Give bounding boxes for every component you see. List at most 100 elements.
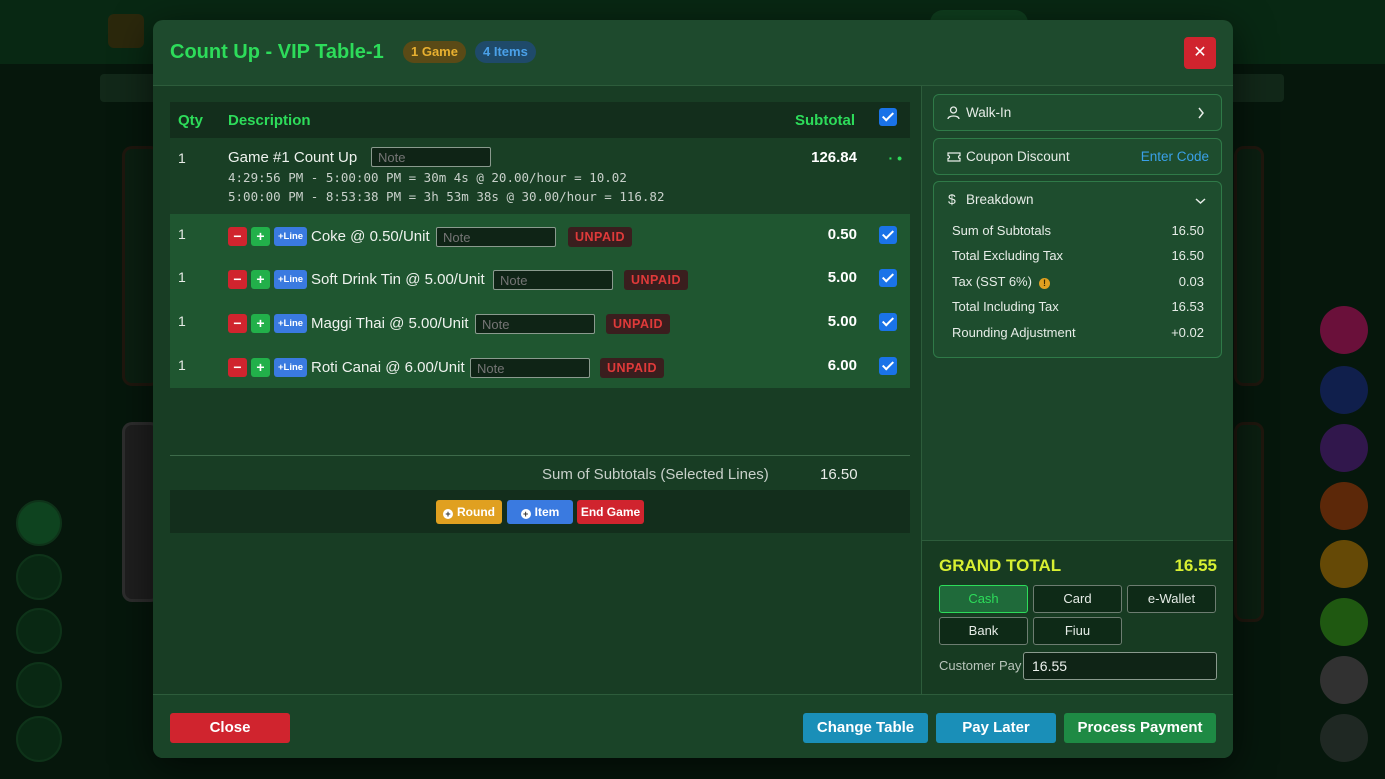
customer-selector[interactable]: Walk-In bbox=[933, 94, 1222, 131]
customer-pay-label: Customer Pay bbox=[939, 658, 1022, 673]
plus-circle-icon: + bbox=[520, 509, 531, 519]
item-note-input[interactable] bbox=[436, 227, 556, 247]
breakdown-row: Tax (SST 6%)! 0.03 bbox=[952, 274, 1204, 289]
chevron-down-icon[interactable] bbox=[1195, 197, 1206, 205]
status-badge: UNPAID bbox=[624, 270, 688, 290]
info-icon[interactable]: ! bbox=[1038, 278, 1050, 289]
item-subtotal: 6.00 bbox=[827, 357, 857, 374]
breakdown-value: 16.50 bbox=[1171, 223, 1204, 238]
selected-sum-label: Sum of Subtotals (Selected Lines) bbox=[542, 466, 769, 483]
games-count-badge: 1 Game bbox=[403, 41, 466, 63]
select-all-checkbox[interactable] bbox=[879, 108, 897, 126]
item-name: Maggi Thai @ 5.00/Unit bbox=[311, 315, 469, 332]
increase-qty-button[interactable]: + bbox=[251, 227, 270, 246]
add-line-button[interactable]: +Line bbox=[274, 270, 308, 289]
decrease-qty-button[interactable]: − bbox=[228, 358, 247, 377]
items-count-badge: 4 Items bbox=[475, 41, 536, 63]
customer-name: Walk-In bbox=[966, 105, 1012, 120]
game-subtotal: 126.84 bbox=[811, 149, 857, 166]
plus-circle-icon: + bbox=[443, 509, 453, 519]
add-item-button[interactable]: + Item bbox=[507, 500, 573, 524]
change-table-button[interactable]: Change Table bbox=[803, 713, 928, 743]
breakdown-label: Total Including Tax bbox=[952, 299, 1059, 314]
increase-qty-button[interactable]: + bbox=[251, 314, 270, 333]
status-badge: UNPAID bbox=[600, 358, 664, 378]
decrease-qty-button[interactable]: − bbox=[228, 227, 247, 246]
breakdown-label: Tax (SST 6%) bbox=[952, 274, 1032, 289]
line-select-checkbox[interactable] bbox=[879, 313, 897, 331]
qty-value: 1 bbox=[178, 226, 186, 242]
breakdown-row: Total Including Tax 16.53 bbox=[952, 299, 1204, 314]
line-select-checkbox[interactable] bbox=[879, 226, 897, 244]
decrease-qty-button[interactable]: − bbox=[228, 270, 247, 289]
breakdown-title: Breakdown bbox=[966, 192, 1034, 207]
breakdown-card: $ Breakdown Sum of Subtotals 16.50 Total… bbox=[933, 181, 1222, 358]
breakdown-row: Sum of Subtotals 16.50 bbox=[952, 223, 1204, 238]
customer-pay-input[interactable]: 16.55 bbox=[1023, 652, 1217, 680]
breakdown-label: Total Excluding Tax bbox=[952, 248, 1064, 263]
status-badge: UNPAID bbox=[606, 314, 670, 334]
add-line-button[interactable]: +Line bbox=[274, 227, 308, 246]
close-button[interactable]: Close bbox=[170, 713, 290, 743]
increase-qty-button[interactable]: + bbox=[251, 270, 270, 289]
item-row: 1 − + +Line Maggi Thai @ 5.00/Unit UNPAI… bbox=[170, 301, 910, 345]
game-row: 1 Game #1 Count Up 4:29:56 PM - 5:00:00 … bbox=[170, 138, 910, 214]
item-note-input[interactable] bbox=[470, 358, 590, 378]
close-icon[interactable]: ✕ bbox=[1184, 37, 1216, 69]
header-qty: Qty bbox=[178, 112, 204, 129]
qty-value: 1 bbox=[178, 313, 186, 329]
modal-header: Count Up - VIP Table-1 1 Game 4 Items ✕ bbox=[153, 20, 1233, 86]
coupon-discount-row: Coupon Discount Enter Code bbox=[933, 138, 1222, 175]
qty-value: 1 bbox=[178, 150, 186, 166]
chevron-right-icon bbox=[1198, 107, 1204, 119]
grand-total-section: GRAND TOTAL 16.55 Cash Card e-Wallet Ban… bbox=[922, 540, 1233, 694]
modal-footer: Close Change Table Pay Later Process Pay… bbox=[153, 694, 1233, 758]
header-description: Description bbox=[228, 112, 311, 129]
game-time-segment: 5:00:00 PM - 8:53:38 PM = 3h 53m 38s @ 3… bbox=[228, 189, 665, 204]
enter-code-link[interactable]: Enter Code bbox=[1141, 149, 1209, 164]
header-subtotal: Subtotal bbox=[795, 112, 855, 129]
add-item-label: Item bbox=[534, 505, 560, 519]
payment-method-fiuu[interactable]: Fiuu bbox=[1033, 617, 1122, 645]
more-options-icon[interactable]: · • bbox=[889, 150, 902, 166]
game-title: Game #1 Count Up bbox=[228, 149, 358, 166]
dollar-icon: $ bbox=[948, 191, 956, 207]
decrease-qty-button[interactable]: − bbox=[228, 314, 247, 333]
selected-sum-value: 16.50 bbox=[820, 466, 858, 483]
breakdown-value: 16.53 bbox=[1171, 299, 1204, 314]
line-select-checkbox[interactable] bbox=[879, 357, 897, 375]
selected-sum-row: Sum of Subtotals (Selected Lines) 16.50 bbox=[170, 455, 910, 489]
payment-method-cash[interactable]: Cash bbox=[939, 585, 1028, 613]
status-badge: UNPAID bbox=[568, 227, 632, 247]
checkout-modal: Count Up - VIP Table-1 1 Game 4 Items ✕ … bbox=[153, 20, 1233, 758]
table-header: Qty Description Subtotal bbox=[170, 102, 910, 138]
add-line-button[interactable]: +Line bbox=[274, 358, 308, 377]
payment-method-card[interactable]: Card bbox=[1033, 585, 1122, 613]
item-name: Roti Canai @ 6.00/Unit bbox=[311, 359, 465, 376]
breakdown-label: Sum of Subtotals bbox=[952, 223, 1051, 238]
add-line-button[interactable]: +Line bbox=[274, 314, 308, 333]
ticket-icon bbox=[947, 152, 961, 162]
pay-later-button[interactable]: Pay Later bbox=[936, 713, 1056, 743]
line-select-checkbox[interactable] bbox=[879, 269, 897, 287]
breakdown-value: 0.03 bbox=[1178, 274, 1204, 289]
coupon-label: Coupon Discount bbox=[966, 149, 1070, 164]
line-actions-bar: + Round + Item End Game bbox=[170, 490, 910, 533]
breakdown-value: 16.50 bbox=[1171, 248, 1204, 263]
item-note-input[interactable] bbox=[493, 270, 613, 290]
process-payment-button[interactable]: Process Payment bbox=[1064, 713, 1216, 743]
item-subtotal: 5.00 bbox=[827, 313, 857, 330]
item-name: Coke @ 0.50/Unit bbox=[311, 228, 430, 245]
add-round-button[interactable]: + Round bbox=[436, 500, 502, 524]
game-time-segment: 4:29:56 PM - 5:00:00 PM = 30m 4s @ 20.00… bbox=[228, 170, 627, 185]
payment-sidebar: Walk-In Coupon Discount Enter Code $ Bre… bbox=[921, 86, 1233, 694]
qty-value: 1 bbox=[178, 269, 186, 285]
end-game-button[interactable]: End Game bbox=[577, 500, 644, 524]
item-note-input[interactable] bbox=[475, 314, 595, 334]
payment-method-bank[interactable]: Bank bbox=[939, 617, 1028, 645]
increase-qty-button[interactable]: + bbox=[251, 358, 270, 377]
qty-value: 1 bbox=[178, 357, 186, 373]
item-row: 1 − + +Line Coke @ 0.50/Unit UNPAID 0.50 bbox=[170, 214, 910, 257]
payment-method-ewallet[interactable]: e-Wallet bbox=[1127, 585, 1216, 613]
game-note-input[interactable] bbox=[371, 147, 491, 167]
